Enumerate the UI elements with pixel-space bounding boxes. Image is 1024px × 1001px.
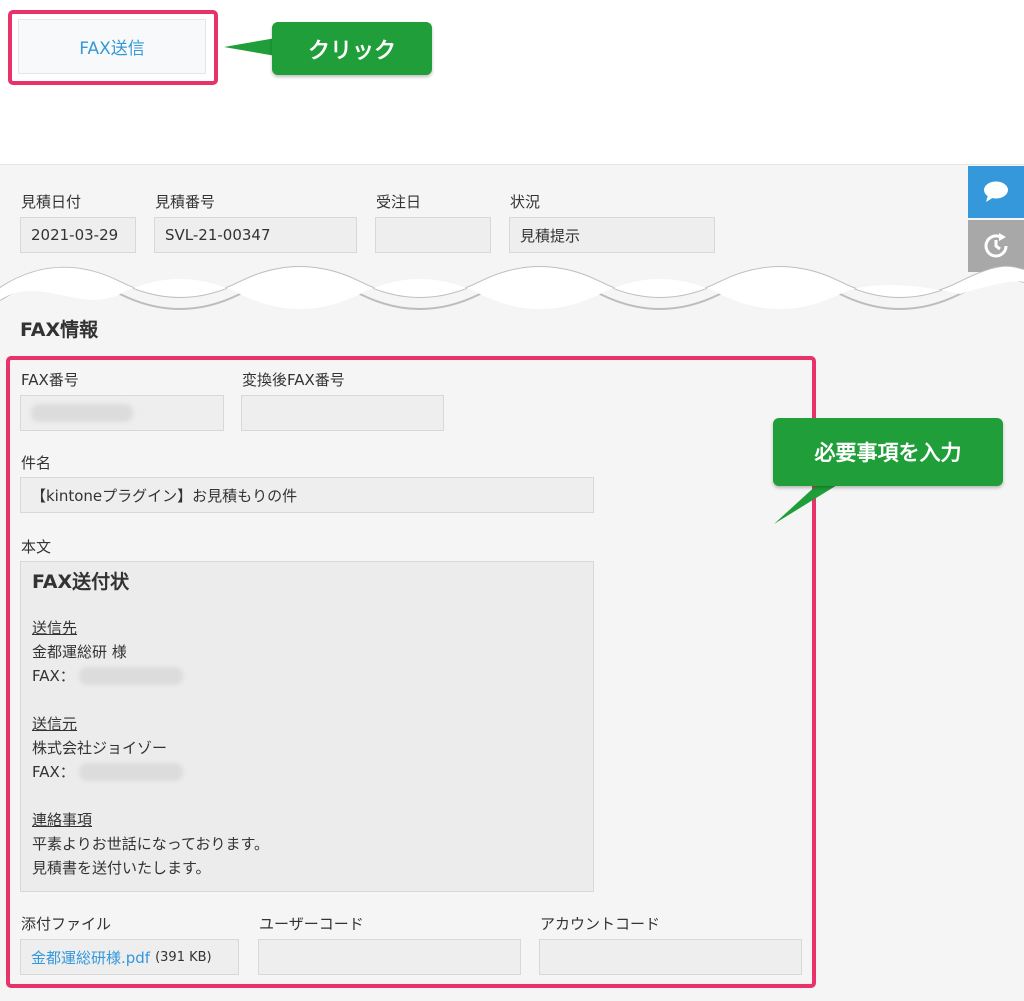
attachment-label: 添付ファイル xyxy=(21,915,112,933)
subject-label: 件名 xyxy=(21,454,52,472)
converted-fax-number-field[interactable] xyxy=(241,395,444,431)
to-fax-label: FAX： xyxy=(32,667,75,685)
body-textarea[interactable]: FAX送付状 送信先 金都運総研 様 FAX： 送信元 株式会社ジョイゾー FA… xyxy=(20,561,594,892)
to-name: 金都運総研 様 xyxy=(32,643,127,661)
notes-label: 連絡事項 xyxy=(32,811,93,829)
fax-number-label: FAX番号 xyxy=(21,371,79,389)
fax-send-button[interactable]: FAX送信 xyxy=(18,19,206,74)
user-code-label: ユーザーコード xyxy=(259,915,364,933)
attachment-file-link[interactable]: 金都運総研様.pdf xyxy=(31,947,150,968)
attachment-field: 金都運総研様.pdf (391 KB) xyxy=(20,939,239,975)
from-name: 株式会社ジョイゾー xyxy=(32,739,168,757)
account-code-label: アカウントコード xyxy=(540,915,661,933)
account-code-field[interactable] xyxy=(539,939,802,975)
from-label: 送信元 xyxy=(32,715,78,733)
redacted-value xyxy=(78,763,183,781)
status-label: 状況 xyxy=(510,193,541,211)
comment-icon xyxy=(984,181,1008,202)
subject-field[interactable]: 【kintoneプラグイン】お見積もりの件 xyxy=(20,477,594,513)
estimate-date-label: 見積日付 xyxy=(21,193,82,211)
callout-pointer xyxy=(774,482,842,524)
notes-line-1: 平素よりお世話になっております。 xyxy=(32,835,270,853)
from-fax-label: FAX： xyxy=(32,763,75,781)
estimate-number-label: 見積番号 xyxy=(155,193,216,211)
body-heading: FAX送付状 xyxy=(32,571,130,593)
click-callout: クリック xyxy=(272,22,432,75)
fill-in-callout: 必要事項を入力 xyxy=(773,418,1003,486)
comment-button[interactable] xyxy=(968,166,1024,218)
notes-line-2: 見積書を送付いたします。 xyxy=(32,859,211,877)
to-label: 送信先 xyxy=(32,619,78,637)
redacted-value xyxy=(78,667,183,685)
fax-number-field[interactable] xyxy=(20,395,224,431)
callout-pointer xyxy=(224,38,276,56)
cut-divider xyxy=(0,265,1024,310)
attachment-file-size: (391 KB) xyxy=(155,949,212,965)
converted-fax-number-label: 変換後FAX番号 xyxy=(242,371,345,389)
user-code-field[interactable] xyxy=(258,939,521,975)
to-fax-line: FAX： xyxy=(32,664,582,688)
order-date-label: 受注日 xyxy=(376,193,422,211)
from-fax-line: FAX： xyxy=(32,760,582,784)
fax-section-title: FAX情報 xyxy=(20,319,99,341)
redacted-value xyxy=(31,404,133,422)
body-label: 本文 xyxy=(21,538,52,556)
